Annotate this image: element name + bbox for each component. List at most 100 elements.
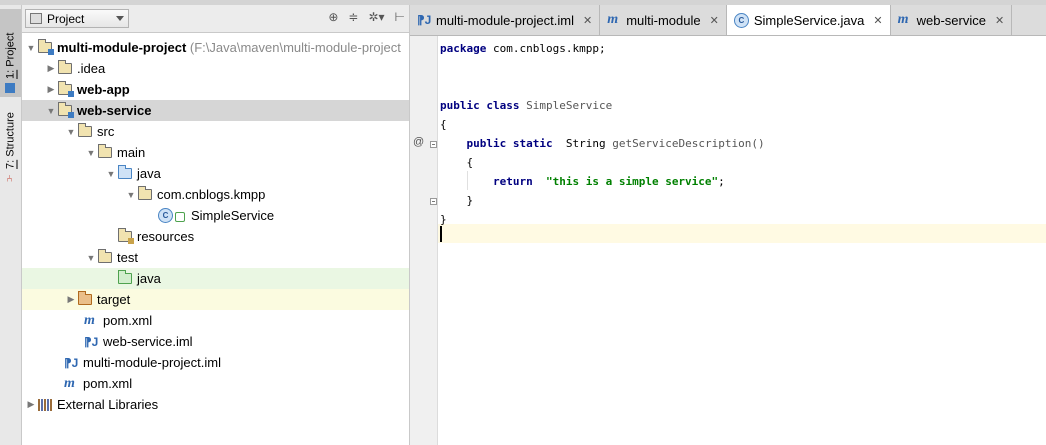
code-line-7: { xyxy=(440,153,765,172)
structure-tool-icon: ⑂ xyxy=(4,173,16,183)
expanded-arrow-icon[interactable]: ▼ xyxy=(44,106,58,116)
collapsed-arrow-icon[interactable]: ▶ xyxy=(24,399,38,410)
tree-node-main[interactable]: ▼ main xyxy=(22,142,409,163)
close-icon[interactable]: ✕ xyxy=(710,14,719,27)
target-label: target xyxy=(97,292,131,307)
tab-multi-module[interactable]: m multi-module ✕ xyxy=(600,5,727,35)
tree-node-test[interactable]: ▼ test xyxy=(22,247,409,268)
editor-gutter xyxy=(410,36,438,445)
tree-node-src[interactable]: ▼ src xyxy=(22,121,409,142)
project-view-label: Project xyxy=(47,11,85,26)
hide-panel-icon[interactable]: ⊢ xyxy=(395,10,405,24)
java-label: java xyxy=(137,166,161,181)
tree-node-java[interactable]: ▼ java xyxy=(22,163,409,184)
root-module-path: (F:\Java\maven\multi-module-project xyxy=(189,40,401,55)
keyword: public xyxy=(466,137,507,150)
tree-node-root[interactable]: ▼ multi-module-project (F:\Java\maven\mu… xyxy=(22,37,409,58)
root-module-name: multi-module-project xyxy=(57,40,187,55)
override-marker-icon[interactable]: @ xyxy=(413,136,424,148)
project-tool-num: 1: xyxy=(4,69,17,79)
project-view-icon xyxy=(30,13,42,24)
iml-file-icon: ⁋J xyxy=(64,355,79,370)
src-label: src xyxy=(97,124,115,139)
tab-web-service[interactable]: m web-service ✕ xyxy=(891,5,1013,35)
tree-node-root-pom[interactable]: m pom.xml xyxy=(22,373,409,394)
code-line-10: } xyxy=(440,210,765,229)
code-content: package com.cnblogs.kmpp; public class S… xyxy=(440,39,765,229)
tree-node-target[interactable]: ▶ target xyxy=(22,289,409,310)
tree-node-web-app[interactable]: ▶ web-app xyxy=(22,79,409,100)
fold-icon[interactable] xyxy=(430,198,437,205)
text-caret xyxy=(440,226,442,242)
expanded-arrow-icon[interactable]: ▼ xyxy=(124,190,138,200)
module-folder-icon xyxy=(38,39,54,55)
maven-icon: m xyxy=(64,375,75,391)
code-line-8: return "this is a simple service"; xyxy=(440,172,765,191)
code-editor[interactable]: @ package com.cnblogs.kmpp; public class… xyxy=(410,36,1046,445)
tree-node-web-service-iml[interactable]: ⁋J web-service.iml xyxy=(22,331,409,352)
tab-multi-module-project-iml[interactable]: ⁋J multi-module-project.iml ✕ xyxy=(410,5,601,35)
tree-node-test-java[interactable]: java xyxy=(22,268,409,289)
panel-header-actions: ⊕ ≑ ✲▾ ⊢ xyxy=(328,10,405,24)
collapsed-arrow-icon[interactable]: ▶ xyxy=(44,84,58,95)
expanded-arrow-icon[interactable]: ▼ xyxy=(84,148,98,158)
expanded-arrow-icon[interactable]: ▼ xyxy=(104,169,118,179)
expanded-arrow-icon[interactable]: ▼ xyxy=(84,253,98,263)
test-label: test xyxy=(117,250,138,265)
tree-node-simple-service[interactable]: C SimpleService xyxy=(22,205,409,226)
tree-node-pom[interactable]: m pom.xml xyxy=(22,310,409,331)
web-service-iml-label: web-service.iml xyxy=(103,334,193,349)
project-panel: Project ⊕ ≑ ✲▾ ⊢ ▼ multi-module-project … xyxy=(22,5,410,445)
package-name: com.cnblogs.kmpp; xyxy=(492,42,606,55)
editor-tabs: ⁋J multi-module-project.iml ✕ m multi-mo… xyxy=(410,5,1046,36)
close-icon[interactable]: ✕ xyxy=(873,14,882,27)
access-icon xyxy=(175,211,185,222)
project-panel-header: Project ⊕ ≑ ✲▾ ⊢ xyxy=(22,5,409,33)
expanded-arrow-icon[interactable]: ▼ xyxy=(64,127,78,137)
project-tool-tab[interactable]: 1: Project xyxy=(0,9,21,97)
folder-icon xyxy=(78,123,92,137)
resources-folder-icon xyxy=(118,228,134,244)
brace: { xyxy=(466,156,474,169)
keyword: public xyxy=(440,99,480,112)
collapsed-arrow-icon[interactable]: ▶ xyxy=(44,63,58,74)
brace: } xyxy=(440,213,447,226)
collapse-all-icon[interactable]: ≑ xyxy=(348,10,358,24)
folder-icon xyxy=(98,249,112,263)
tab-label: SimpleService.java xyxy=(753,12,865,28)
tree-node-root-iml[interactable]: ⁋J multi-module-project.iml xyxy=(22,352,409,373)
tree-node-package[interactable]: ▼ com.cnblogs.kmpp xyxy=(22,184,409,205)
fold-icon[interactable] xyxy=(430,141,437,148)
close-icon[interactable]: ✕ xyxy=(583,14,592,27)
tree-node-external-libraries[interactable]: ▶ External Libraries xyxy=(22,394,409,415)
project-tree: ▼ multi-module-project (F:\Java\maven\mu… xyxy=(22,33,409,415)
tree-node-idea[interactable]: ▶ .idea xyxy=(22,58,409,79)
pom-label: pom.xml xyxy=(103,313,153,328)
string-literal: "this is a simple service" xyxy=(545,175,719,188)
close-icon[interactable]: ✕ xyxy=(995,14,1004,27)
web-service-label: web-service xyxy=(77,103,152,118)
tree-node-web-service[interactable]: ▼ web-service xyxy=(22,100,409,121)
class-icon: C xyxy=(158,208,173,223)
simple-service-label: SimpleService xyxy=(191,208,275,223)
gear-icon[interactable]: ✲▾ xyxy=(368,10,384,24)
structure-tool-tab[interactable]: ⑂ 7: Structure xyxy=(0,101,21,187)
iml-file-icon: ⁋J xyxy=(417,13,432,27)
structure-tool-num: 7: xyxy=(4,159,17,169)
class-icon: C xyxy=(733,12,749,28)
project-view-selector[interactable]: Project xyxy=(25,9,129,28)
source-root-folder-icon xyxy=(118,165,132,179)
tab-simple-service-java[interactable]: C SimpleService.java ✕ xyxy=(726,5,891,35)
brace: { xyxy=(440,118,447,131)
locate-icon[interactable]: ⊕ xyxy=(328,10,338,24)
return-type: String xyxy=(565,137,606,150)
collapsed-arrow-icon[interactable]: ▶ xyxy=(64,294,78,305)
code-line-5: { xyxy=(440,115,765,134)
test-java-label: java xyxy=(137,271,161,286)
tree-node-resources[interactable]: resources xyxy=(22,226,409,247)
web-app-label: web-app xyxy=(77,82,130,97)
tab-label: multi-module xyxy=(626,12,701,28)
code-line-9: } xyxy=(440,191,765,210)
expanded-arrow-icon[interactable]: ▼ xyxy=(24,43,38,53)
